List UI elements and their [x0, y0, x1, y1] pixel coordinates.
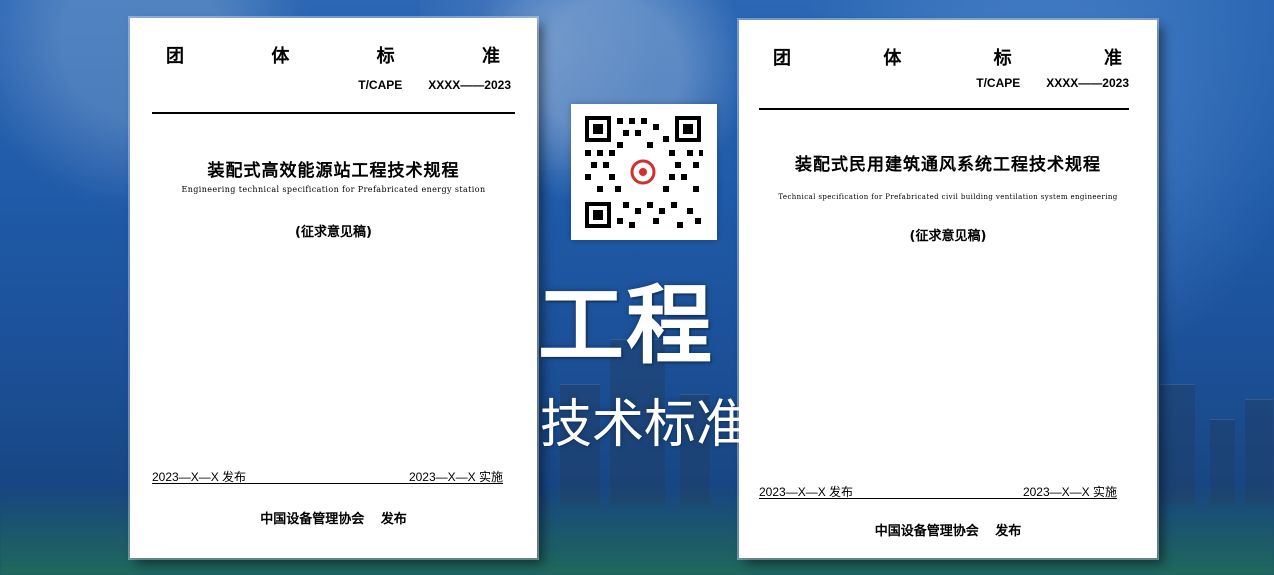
qr-code[interactable] — [571, 104, 717, 240]
doc-header: 团 体 标 准 — [166, 42, 501, 68]
standard-code: T/CAPE XXXX——2023 — [976, 76, 1129, 90]
doc-title: 装配式高效能源站工程技术规程 — [207, 161, 460, 181]
publish-word: 发布 — [380, 512, 407, 527]
standard-code: T/CAPE XXXX——2023 — [358, 78, 511, 92]
doc-title: 装配式民用建筑通风系统工程技术规程 — [795, 155, 1101, 175]
code-prefix: T/CAPE — [976, 76, 1021, 90]
standard-document-right: 团 体 标 准 T/CAPE XXXX——2023 装配式民用建筑通风系统工程技… — [739, 20, 1157, 558]
footer-rule — [152, 483, 503, 484]
doc-header-char: 准 — [481, 46, 501, 67]
banner-title-medium: 技术标准 — [540, 396, 749, 454]
publisher-name: 中国设备管理协会 — [260, 512, 365, 527]
qr-code-icon — [583, 114, 703, 230]
doc-header: 团 体 标 准 — [773, 44, 1123, 70]
banner-title-large: 工程 — [538, 278, 714, 374]
code-number: XXXX——2023 — [1046, 76, 1129, 90]
draft-label: (征求意见稿) — [909, 229, 987, 244]
code-number: XXXX——2023 — [428, 78, 511, 92]
doc-header-char: 体 — [271, 46, 291, 67]
code-prefix: T/CAPE — [358, 78, 403, 92]
footer-rule — [759, 498, 1117, 499]
doc-subtitle: Engineering technical specification for … — [181, 185, 486, 194]
publisher-line: 中国设备管理协会 发布 — [739, 520, 1157, 539]
publisher-line: 中国设备管理协会 发布 — [130, 508, 537, 527]
doc-header-char: 团 — [773, 48, 792, 69]
doc-header-char: 标 — [993, 48, 1013, 69]
header-rule — [759, 108, 1129, 110]
doc-header-char: 标 — [376, 46, 396, 67]
publish-word: 发布 — [995, 524, 1022, 539]
doc-header-char: 准 — [1103, 48, 1123, 69]
header-rule — [152, 112, 515, 114]
draft-label: (征求意见稿) — [295, 225, 372, 240]
standard-document-left: 团 体 标 准 T/CAPE XXXX——2023 装配式高效能源站工程技术规程… — [130, 18, 537, 558]
doc-header-char: 体 — [883, 48, 903, 69]
doc-subtitle: Technical specification for Prefabricate… — [778, 193, 1118, 201]
doc-header-char: 团 — [166, 46, 185, 67]
publisher-name: 中国设备管理协会 — [874, 524, 979, 539]
